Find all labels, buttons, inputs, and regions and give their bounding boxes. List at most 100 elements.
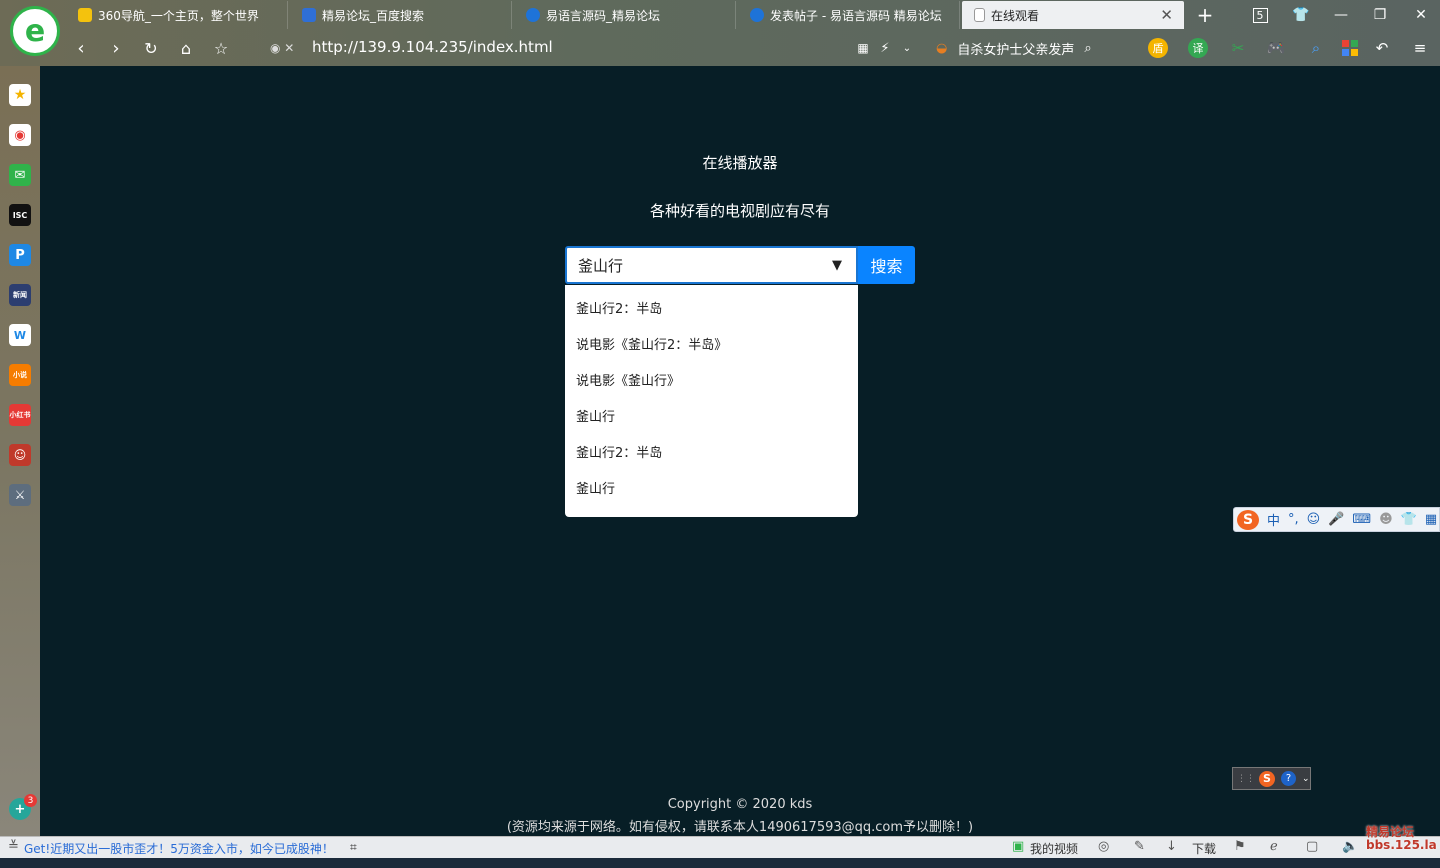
refresh-icon[interactable]: ↻ [138,36,164,60]
microphone-icon[interactable]: 🎤 [1328,512,1344,527]
translate-icon[interactable]: 译 [1188,38,1208,58]
magnifier-icon[interactable]: ⌕ [1306,38,1326,58]
flag-icon[interactable]: ⚑ [1234,839,1246,854]
navigation-bar: ‹ › ↻ ⌂ ☆ ◉ ✕ http://139.9.104.235/index… [66,32,1440,64]
punctuation-icon[interactable]: °, [1288,512,1299,527]
keyboard-icon[interactable]: ⌨ [1352,512,1371,527]
tab-title: 在线观看 [991,8,1040,23]
restore-icon[interactable]: ❐ [1367,4,1393,26]
bookmark-star-icon[interactable]: ☆ [208,36,234,60]
isc-icon[interactable]: ISC [9,204,31,226]
search-button[interactable]: 搜索 [858,246,915,284]
shield-icon[interactable]: 盾 [1148,38,1168,58]
security-icon[interactable]: ◉ ✕ [270,41,294,55]
search-input[interactable]: 釜山行 ▼ [565,246,858,284]
skin-icon[interactable]: 👕 [1288,4,1314,26]
search-icon[interactable]: ⌕ [1084,41,1091,56]
menu-icon[interactable]: ≡ [1410,38,1430,58]
pin-icon[interactable]: ✎ [1134,839,1145,854]
browser-chrome: e 360导航_一个主页，整个世界 精易论坛_百度搜索 易语言源码_精易论坛 发… [0,0,1440,66]
scissors-icon[interactable]: ✂ [1228,38,1248,58]
sogou-logo-icon: S [1259,770,1275,787]
skin-shirt-icon[interactable]: 👕 [1401,512,1417,527]
tab-close-icon[interactable]: ✕ [1160,6,1173,24]
page-icon [974,8,985,22]
ime-mini-toolbar[interactable]: ⋮⋮ S ? ⌄ [1232,767,1311,790]
browser-logo-icon[interactable]: e [10,6,60,56]
new-tab-button[interactable]: + [1192,3,1218,27]
volume-icon[interactable]: 🔈 [1342,839,1358,854]
tab-online-watch[interactable]: 在线观看 ✕ [962,1,1184,29]
tab-favicon-icon [526,8,540,22]
status-bar: ≚ Get!近期又出一股市歪才！5万资金入市，如今已成股神！ ⌗ ▣ 我的视频 … [0,836,1440,858]
tab-source-code[interactable]: 易语言源码_精易论坛 [514,1,736,29]
browser-mode-icon[interactable]: ℯ [1270,839,1278,854]
ime-mode[interactable]: 中 [1267,510,1280,529]
tab-favicon-icon [78,8,92,22]
user-icon[interactable]: ☻ [1379,512,1393,527]
sogou-logo-icon: S [1237,509,1259,530]
news-ticker[interactable]: Get!近期又出一股市歪才！5万资金入市，如今已成股神！ [24,840,334,857]
help-icon[interactable]: ? [1281,771,1296,786]
xiaohongshu-icon[interactable]: 小红书 [9,404,31,426]
suggestion-item[interactable]: 说电影《釜山行》 [565,364,858,400]
game-character-icon[interactable]: ☺ [9,444,31,466]
window-icon[interactable]: ▢ [1306,839,1318,854]
suggestion-item[interactable]: 釜山行2：半岛 [565,292,858,328]
expand-icon[interactable]: ⌄ [1302,774,1310,784]
disclaimer-text: (资源均来源于网络。如有侵权，请联系本人1490617593@qq.com予以删… [506,820,974,835]
grid-icon[interactable]: ▦ [1425,512,1437,527]
screenshot-icon[interactable]: ⌗ [350,840,357,855]
download-link[interactable]: 下载 [1192,840,1216,857]
copyright-text: Copyright © 2020 kds [667,797,813,812]
forum-watermark: 精易论坛 bbs.125.la [1366,825,1437,852]
close-window-icon[interactable]: ✕ [1408,4,1434,26]
suggestion-item[interactable]: 釜山行2：半岛 [565,436,858,472]
dropdown-caret-icon[interactable]: ▼ [832,258,842,273]
novel-icon[interactable]: 小说 [9,364,31,386]
search-input-value: 釜山行 [578,256,624,275]
document-icon[interactable]: W [9,324,31,346]
home-icon[interactable]: ⌂ [173,36,199,60]
dropdown-chevron-icon[interactable]: ⌄ [894,36,920,60]
forward-icon[interactable]: › [103,36,129,60]
video-icon: ▣ [1012,839,1025,854]
tab-favicon-icon [302,8,316,22]
app-p-icon[interactable]: P [9,244,31,266]
tab-bar: 360导航_一个主页，整个世界 精易论坛_百度搜索 易语言源码_精易论坛 发表帖… [66,0,1440,30]
apps-grid-icon[interactable] [1340,38,1360,58]
suggestion-item[interactable]: 釜山行 [565,400,858,436]
hot-search-logo-icon: ◒ [936,41,948,56]
os-taskbar [0,858,1440,868]
tab-baidu-search[interactable]: 精易论坛_百度搜索 [290,1,512,29]
address-bar[interactable]: http://139.9.104.235/index.html [312,38,553,56]
tab-count-button[interactable]: 5 [1247,4,1273,26]
game-scene-icon[interactable]: ⚔ [9,484,31,506]
favorites-star-icon[interactable]: ★ [9,84,31,106]
download-icon[interactable]: ↓ [1166,839,1177,854]
emoji-icon[interactable]: ☺ [1307,512,1321,527]
ie-mode-icon[interactable]: ◎ [1098,839,1109,854]
ime-toolbar[interactable]: S 中 °, ☺ 🎤 ⌨ ☻ 👕 ▦ [1233,507,1440,532]
page-content: 在线播放器 各种好看的电视剧应有尽有 釜山行 ▼ 搜索 釜山行2：半岛 说电影《… [40,66,1440,836]
hot-search-text: 自杀女护士父亲发声 [957,43,1075,58]
collapse-icon[interactable]: ≚ [8,839,19,854]
sidebar: ★ ◉ ✉ ISC P 新闻 W 小说 小红书 ☺ ⚔ + [0,66,40,836]
suggestion-item[interactable]: 釜山行 [565,472,858,508]
undo-icon[interactable]: ↶ [1372,38,1392,58]
back-icon[interactable]: ‹ [68,36,94,60]
drag-handle-icon[interactable]: ⋮⋮ [1237,774,1255,784]
tab-title: 360导航_一个主页，整个世界 [98,8,259,23]
minimize-icon[interactable]: — [1328,4,1354,26]
news-icon[interactable]: 新闻 [9,284,31,306]
suggestion-item[interactable]: 说电影《釜山行2：半岛》 [565,328,858,364]
tab-title: 发表帖子 - 易语言源码 精易论坛 [770,8,942,23]
game-icon[interactable]: 🎮 [1266,38,1286,58]
tab-post-thread[interactable]: 发表帖子 - 易语言源码 精易论坛 [738,1,960,29]
mail-icon[interactable]: ✉ [9,164,31,186]
tab-360-nav[interactable]: 360导航_一个主页，整个世界 [66,1,288,29]
weibo-icon[interactable]: ◉ [9,124,31,146]
hot-search[interactable]: ◒ 自杀女护士父亲发声 ⌕ [936,39,1092,58]
my-video-link[interactable]: 我的视频 [1030,840,1078,857]
tab-favicon-icon [750,8,764,22]
